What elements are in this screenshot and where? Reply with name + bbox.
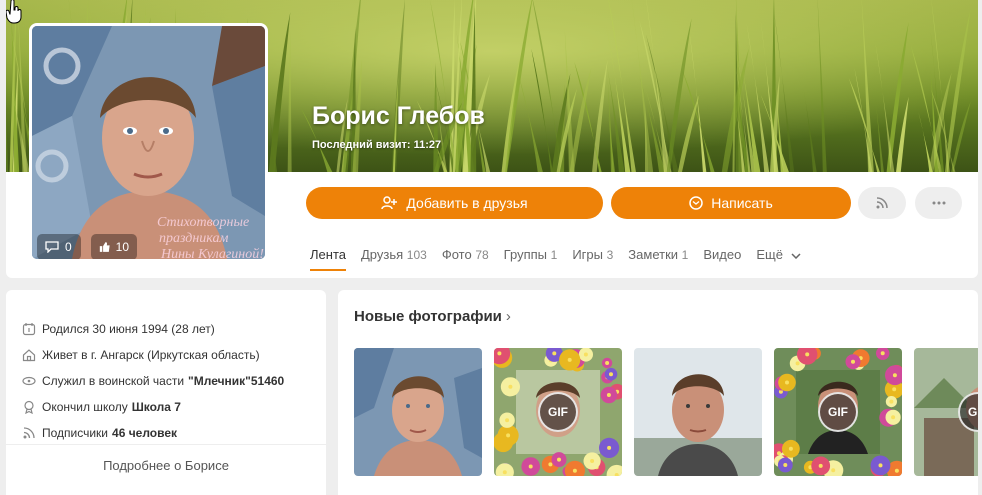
message-icon [689, 196, 703, 210]
about-subscribers-count[interactable]: 46 человек [112, 426, 177, 440]
ellipsis-icon [932, 201, 945, 205]
avatar-comments-count: 0 [65, 240, 72, 254]
about-subscribers: Подписчики 46 человек [22, 420, 284, 446]
chevron-right-icon: › [505, 308, 511, 325]
add-friend-button[interactable]: Добавить в друзья [306, 187, 603, 219]
rss-icon [22, 426, 36, 440]
new-photos-title[interactable]: Новые фотографии › [354, 308, 511, 325]
tab-games[interactable]: Игры 3 [572, 247, 613, 271]
home-icon [22, 348, 36, 362]
avatar-photo: Стихотворные праздникам Нины Кулагиной! [32, 26, 265, 259]
about-birthday-text: Родился 30 июня 1994 (28 лет) [42, 322, 215, 336]
thumbs-up-icon [99, 242, 110, 252]
more-about-link[interactable]: Подробнее о Борисе [6, 458, 326, 473]
profile-header: Стихотворные праздникам Нины Кулагиной! 0 … [6, 0, 978, 278]
avatar-comments-badge[interactable]: 0 [37, 234, 81, 259]
tab-feed-label: Лента [310, 247, 346, 262]
last-visit: Последний визит: 11:27 [312, 139, 442, 151]
tab-notes-count: 1 [681, 248, 689, 262]
tab-more[interactable]: Ещё [756, 247, 801, 271]
add-friend-label: Добавить в друзья [406, 195, 528, 211]
profile-avatar[interactable]: Стихотворные праздникам Нины Кулагиной! 0 … [29, 23, 268, 262]
profile-tabs: Лента Друзья 103 Фото 78 Группы 1 Игры 3… [310, 247, 816, 271]
tab-friends-label: Друзья [360, 247, 404, 262]
tab-friends-count: 103 [406, 248, 427, 262]
gif-badge: GIF [538, 392, 578, 432]
about-birthday: Родился 30 июня 1994 (28 лет) [22, 316, 284, 342]
divider [6, 444, 326, 445]
tab-groups-count: 1 [550, 248, 558, 262]
military-cap-icon [22, 374, 36, 388]
tab-games-count: 3 [606, 248, 614, 262]
tab-photos[interactable]: Фото 78 [442, 247, 489, 271]
tab-friends[interactable]: Друзья 103 [361, 247, 427, 271]
tab-feed[interactable]: Лента [310, 247, 346, 271]
about-school-name[interactable]: Школа 7 [132, 400, 181, 414]
add-user-icon [381, 196, 398, 210]
tab-more-label: Ещё [756, 247, 783, 262]
tab-video[interactable]: Видео [703, 247, 741, 271]
avatar-likes-badge[interactable]: 10 [91, 234, 137, 259]
rss-icon [876, 197, 888, 209]
photo-thumb-gif[interactable]: GIF [494, 348, 622, 476]
new-photos-title-text: Новые фотографии [354, 308, 502, 325]
about-military-unit[interactable]: "Млечник"51460 [188, 374, 284, 388]
about-school: Окончил школу Школа 7 [22, 394, 284, 420]
write-message-button[interactable]: Написать [611, 187, 851, 219]
tab-video-label: Видео [703, 247, 742, 262]
avatar-likes-count: 10 [115, 240, 129, 254]
about-school-text: Окончил школу [42, 400, 128, 414]
photo-image [634, 348, 762, 476]
subscribe-button[interactable] [858, 187, 906, 219]
photo-thumb-gif[interactable]: GIF [774, 348, 902, 476]
photo-thumb[interactable] [634, 348, 762, 476]
photo-thumb[interactable] [354, 348, 482, 476]
new-photos-card: Новые фотографии › GIF GIF G [338, 290, 978, 495]
comment-icon [45, 241, 59, 253]
tab-groups[interactable]: Группы 1 [504, 247, 558, 271]
tab-notes-label: Заметки [628, 247, 679, 262]
profile-name: Борис Глебов [312, 102, 485, 130]
school-icon [22, 400, 36, 414]
gif-badge: GIF [818, 392, 858, 432]
tab-photos-label: Фото [441, 247, 472, 262]
about-subscribers-text: Подписчики [42, 426, 109, 440]
more-actions-button[interactable] [915, 187, 962, 219]
tab-groups-label: Группы [503, 247, 547, 262]
photo-image [354, 348, 482, 476]
hand-cursor-icon [6, 0, 22, 24]
about-military-text: Служил в воинской части [42, 374, 185, 388]
about-list: Родился 30 июня 1994 (28 лет) Живет в г.… [22, 316, 284, 446]
tab-photos-count: 78 [475, 248, 489, 262]
about-city-text: Живет в г. Ангарск (Иркутская область) [42, 348, 260, 362]
chevron-down-icon [791, 253, 801, 260]
about-city: Живет в г. Ангарск (Иркутская область) [22, 342, 284, 368]
about-card: Родился 30 июня 1994 (28 лет) Живет в г.… [6, 290, 326, 495]
photo-thumb-gif[interactable]: GIF [914, 348, 978, 476]
about-military: Служил в воинской части "Млечник"51460 [22, 368, 284, 394]
calendar-icon [22, 322, 36, 336]
write-message-label: Написать [711, 195, 773, 211]
tab-games-label: Игры [572, 247, 603, 262]
tab-notes[interactable]: Заметки 1 [628, 247, 688, 271]
